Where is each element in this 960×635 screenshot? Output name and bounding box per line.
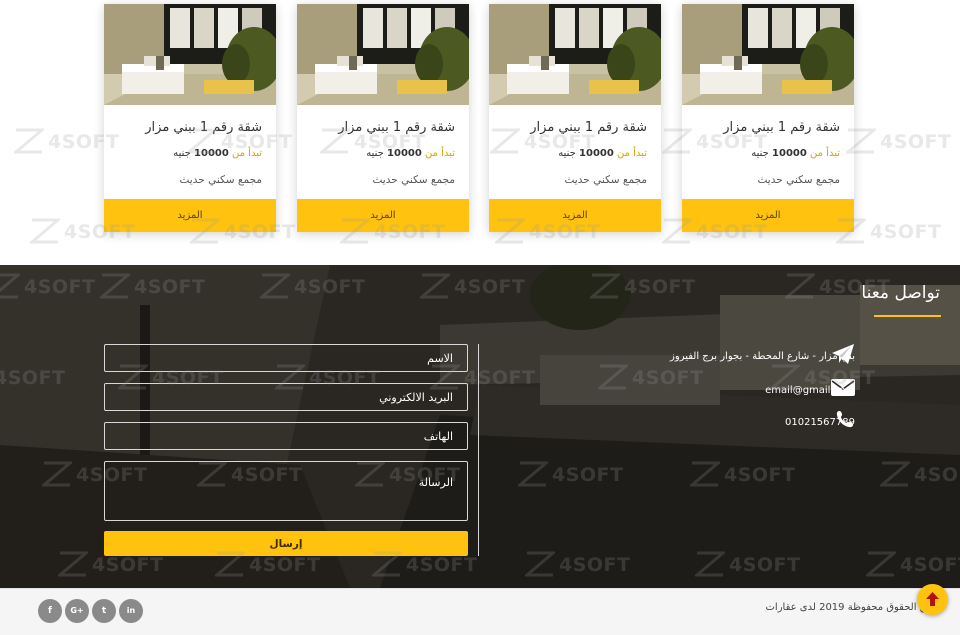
listing-title[interactable]: شقة رقم 1 ببني مزار <box>530 120 647 135</box>
more-button[interactable]: المزيد <box>104 199 276 232</box>
listing-card[interactable]: شقة رقم 1 ببني مزار تبدأ من 10000 جنيه م… <box>104 4 276 232</box>
contact-section: تواصل معنا بني مزار - شارع المحطة - بجوا… <box>0 265 960 588</box>
copyright-text: جميع الحقوق محفوظة 2019 لدى عقارات <box>765 602 941 613</box>
listing-photo[interactable] <box>297 4 469 105</box>
listing-photo[interactable] <box>682 4 854 105</box>
price-prefix: تبدأ من <box>617 148 647 159</box>
listing-price: تبدأ من 10000 جنيه <box>173 148 262 159</box>
listing-card[interactable]: شقة رقم 1 ببني مزار تبدأ من 10000 جنيه م… <box>297 4 469 232</box>
arrow-up-icon <box>926 592 939 606</box>
send-button[interactable]: إرسال <box>104 531 468 556</box>
email-text[interactable]: email@gmail.com <box>765 385 855 396</box>
price-unit: جنيه <box>366 148 384 159</box>
price-unit: جنيه <box>173 148 191 159</box>
listing-price: تبدأ من 10000 جنيه <box>751 148 840 159</box>
listing-card[interactable]: شقة رقم 1 ببني مزار تبدأ من 10000 جنيه م… <box>489 4 661 232</box>
facebook-icon[interactable]: f <box>38 599 62 623</box>
phone-field[interactable] <box>104 422 468 450</box>
more-button[interactable]: المزيد <box>682 199 854 232</box>
listings-section: شقة رقم 1 ببني مزار تبدأ من 10000 جنيه م… <box>0 0 960 265</box>
listing-description: مجمع سكني حديث <box>179 174 263 186</box>
listing-photo[interactable] <box>104 4 276 105</box>
price-unit: جنيه <box>558 148 576 159</box>
contact-title: تواصل معنا <box>861 283 940 303</box>
email-field[interactable] <box>104 383 468 411</box>
listing-description: مجمع سكني حديث <box>372 174 456 186</box>
twitter-icon[interactable]: t <box>92 599 116 623</box>
price-value: 10000 <box>194 148 229 159</box>
more-button[interactable]: المزيد <box>489 199 661 232</box>
listing-price: تبدأ من 10000 جنيه <box>366 148 455 159</box>
listing-card[interactable]: شقة رقم 1 ببني مزار تبدأ من 10000 جنيه م… <box>682 4 854 232</box>
title-underline <box>874 315 941 317</box>
price-unit: جنيه <box>751 148 769 159</box>
google-plus-icon[interactable]: G+ <box>65 599 89 623</box>
price-prefix: تبدأ من <box>425 148 455 159</box>
price-prefix: تبدأ من <box>232 148 262 159</box>
scroll-to-top-button[interactable] <box>917 584 948 615</box>
more-button[interactable]: المزيد <box>297 199 469 232</box>
listing-title[interactable]: شقة رقم 1 ببني مزار <box>145 120 262 135</box>
listing-description: مجمع سكني حديث <box>757 174 841 186</box>
listing-photo[interactable] <box>489 4 661 105</box>
address-text: بني مزار - شارع المحطة - بجوار برج الفير… <box>670 351 855 362</box>
linkedin-icon[interactable]: in <box>119 599 143 623</box>
listing-description: مجمع سكني حديث <box>564 174 648 186</box>
message-field[interactable] <box>104 461 468 521</box>
price-prefix: تبدأ من <box>810 148 840 159</box>
listing-title[interactable]: شقة رقم 1 ببني مزار <box>338 120 455 135</box>
price-value: 10000 <box>772 148 807 159</box>
price-value: 10000 <box>387 148 422 159</box>
footer: f G+ t in جميع الحقوق محفوظة 2019 لدى عق… <box>0 588 960 635</box>
phone-text[interactable]: 01021567789 <box>785 417 855 428</box>
price-value: 10000 <box>579 148 614 159</box>
name-field[interactable] <box>104 344 468 372</box>
listing-price: تبدأ من 10000 جنيه <box>558 148 647 159</box>
divider <box>478 344 479 556</box>
listing-title[interactable]: شقة رقم 1 ببني مزار <box>723 120 840 135</box>
